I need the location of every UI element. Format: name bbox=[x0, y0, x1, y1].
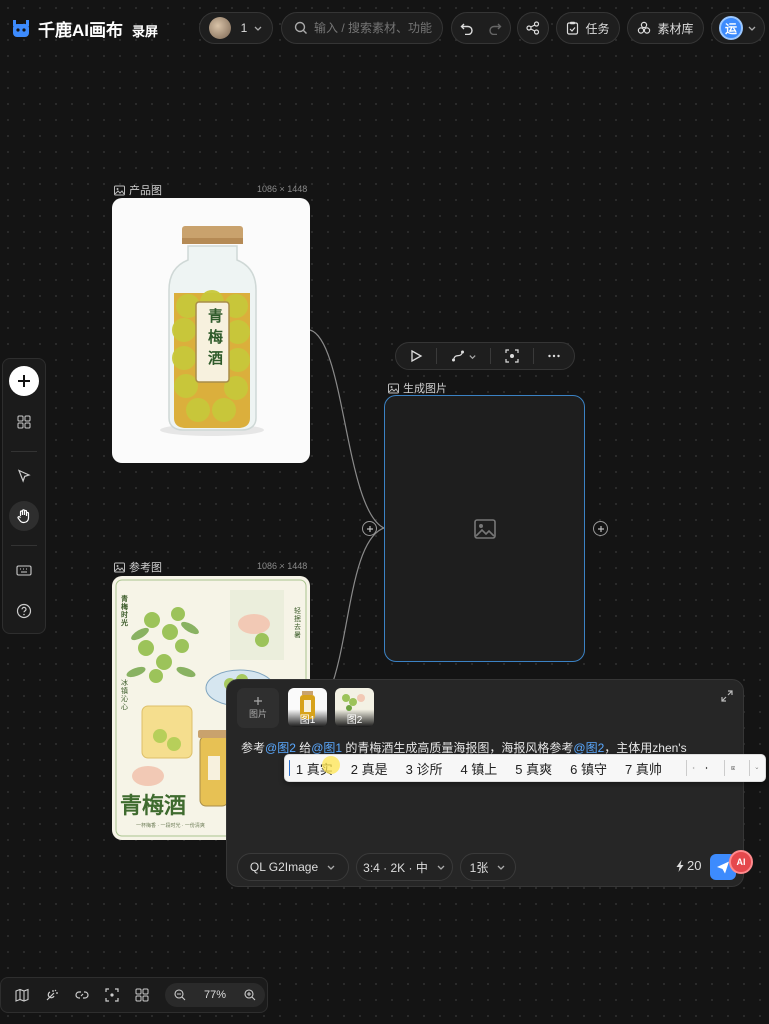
focus-icon[interactable] bbox=[505, 349, 519, 363]
ime-candidate[interactable]: 5 真爽 bbox=[515, 759, 552, 778]
ime-candidate-bar: 1 真实 2 真是 3 诊所 4 镇上 5 真爽 6 镇守 7 真帅 bbox=[284, 754, 766, 782]
reference-thumb-2[interactable]: 图2 bbox=[335, 688, 374, 727]
mention-ref-2[interactable]: @图2 bbox=[265, 741, 296, 755]
divider bbox=[490, 348, 492, 364]
poster-footer-text: 一杯梅香 · 一段时光 · 一份清爽 bbox=[136, 823, 205, 829]
model-label: QL G2Image bbox=[249, 860, 319, 874]
ratio-selector[interactable]: 3:4 · 2K · 中 bbox=[356, 853, 453, 881]
zoom-control: 77% bbox=[165, 983, 265, 1007]
ime-candidate[interactable]: 7 真帅 bbox=[625, 759, 662, 778]
divider bbox=[436, 348, 438, 364]
image-icon bbox=[114, 185, 125, 195]
generate-node-title: 生成图片 bbox=[388, 380, 447, 396]
product-image-card[interactable]: 青梅酒 bbox=[112, 198, 310, 463]
chevron-down-icon bbox=[497, 865, 505, 870]
reference-node-title: 参考图 bbox=[114, 559, 162, 575]
grid-icon[interactable] bbox=[135, 988, 149, 1002]
count-label: 1张 bbox=[469, 860, 489, 875]
play-icon[interactable] bbox=[409, 349, 423, 363]
ai-assistant-badge[interactable]: AI bbox=[729, 850, 753, 874]
reference-thumb-1[interactable]: 图1 bbox=[288, 688, 327, 727]
bottle-label-text: 青梅酒 bbox=[208, 307, 224, 367]
output-port-button[interactable] bbox=[593, 521, 608, 536]
magic-wand-icon[interactable] bbox=[45, 988, 59, 1002]
ai-badge-label: AI bbox=[736, 857, 746, 867]
thumb-1-label: 图1 bbox=[299, 715, 316, 726]
send-icon bbox=[717, 861, 729, 874]
image-icon bbox=[388, 383, 399, 393]
ime-candidate[interactable]: 4 镇上 bbox=[460, 759, 497, 778]
connect-style-dropdown[interactable] bbox=[451, 349, 477, 363]
product-node-title: 产品图 bbox=[114, 182, 162, 198]
image-icon bbox=[114, 562, 125, 572]
link-icon[interactable] bbox=[75, 988, 89, 1002]
more-icon[interactable] bbox=[547, 349, 561, 363]
ime-candidate-list: 1 真实 2 真是 3 诊所 4 镇上 5 真爽 6 镇守 7 真帅 bbox=[296, 759, 680, 778]
chevron-down-icon bbox=[437, 865, 445, 870]
prompt-seg-0: 参考 bbox=[241, 741, 266, 755]
plus-icon bbox=[254, 697, 262, 705]
node-toolbar bbox=[395, 342, 575, 370]
mention-ref-2[interactable]: @图2 bbox=[573, 741, 604, 755]
poster-side-right-text: 轻抿去暑 bbox=[294, 608, 301, 639]
bottom-toolbar: 77% bbox=[0, 977, 268, 1013]
plus-icon bbox=[366, 525, 373, 532]
ime-candidate[interactable]: 2 真是 bbox=[351, 759, 388, 778]
zoom-out-icon[interactable] bbox=[174, 989, 186, 1001]
ime-next-icon[interactable] bbox=[705, 763, 708, 773]
ratio-label: 3:4 · 2K · 中 bbox=[363, 860, 428, 875]
thumb-2-label: 图2 bbox=[346, 715, 363, 726]
poster-side-mid-text: 冰镇沁心 bbox=[121, 680, 128, 711]
lightning-icon bbox=[676, 859, 684, 872]
prompt-seg-4: 的青梅酒生成高质量海报图，海报风格参考 bbox=[342, 741, 574, 755]
ime-prev-icon[interactable] bbox=[692, 763, 695, 773]
credit-cost: 20 bbox=[676, 858, 701, 873]
map-icon[interactable] bbox=[15, 988, 29, 1002]
divider bbox=[532, 348, 534, 364]
reference-node-dimensions: 1086 × 1448 bbox=[257, 561, 308, 571]
generate-node-card[interactable] bbox=[384, 395, 585, 662]
chevron-down-icon bbox=[469, 354, 476, 359]
expand-icon[interactable] bbox=[721, 690, 733, 702]
product-node-dimensions: 1086 × 1448 bbox=[257, 184, 308, 194]
mention-ref-1[interactable]: @图1 bbox=[311, 741, 342, 755]
ime-caret bbox=[289, 760, 290, 776]
ime-candidate[interactable]: 3 诊所 bbox=[406, 759, 443, 778]
prompt-panel: 图片 图1 图2 参考@图2 给@图1 的青梅酒生成高质量海报图，海报风格参考@… bbox=[226, 679, 753, 887]
zoom-in-icon[interactable] bbox=[244, 989, 256, 1001]
poster-title-text: 青梅酒 bbox=[120, 793, 187, 819]
zoom-level[interactable]: 77% bbox=[204, 989, 226, 1001]
prompt-seg-6: ，主体用zhen's bbox=[604, 741, 687, 755]
count-selector[interactable]: 1张 bbox=[460, 853, 516, 881]
chevron-down-icon bbox=[327, 865, 335, 870]
plus-icon bbox=[597, 525, 604, 532]
cursor-highlight bbox=[322, 756, 340, 774]
poster-side-left-text: 青梅时光 bbox=[121, 596, 128, 627]
image-placeholder-icon bbox=[473, 518, 496, 539]
curve-icon bbox=[451, 350, 464, 362]
credit-value: 20 bbox=[687, 858, 702, 873]
prompt-seg-2: 给 bbox=[295, 741, 312, 755]
model-selector[interactable]: QL G2Image bbox=[237, 853, 349, 881]
ime-candidate[interactable]: 6 镇守 bbox=[570, 759, 607, 778]
add-image-label: 图片 bbox=[248, 709, 267, 719]
ime-emoji-icon[interactable] bbox=[730, 761, 735, 775]
chevron-down-icon[interactable] bbox=[755, 762, 759, 774]
input-port-button[interactable] bbox=[362, 521, 377, 536]
fit-view-icon[interactable] bbox=[105, 988, 119, 1002]
add-image-button[interactable]: 图片 bbox=[237, 688, 279, 728]
